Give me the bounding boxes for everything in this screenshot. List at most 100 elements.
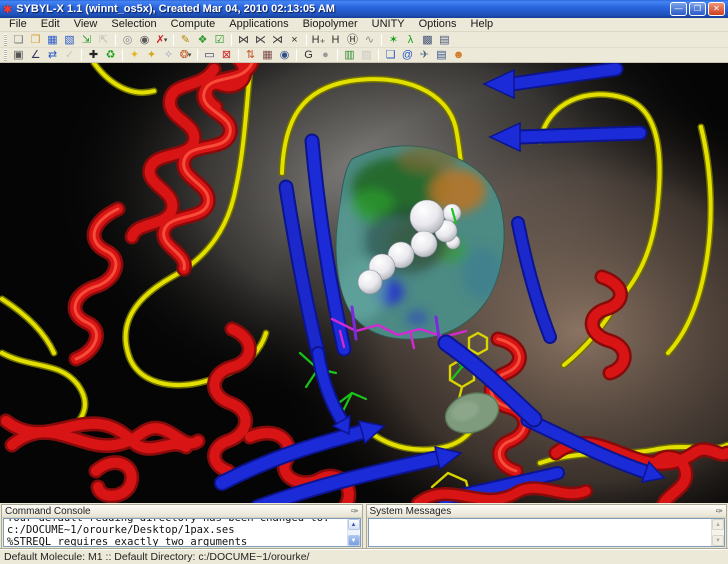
bottom-panels: Command Console ✑ Your default reading d… bbox=[0, 503, 728, 549]
console-output[interactable]: Your default reading directory has been … bbox=[4, 519, 347, 546]
molecular-spreadsheet-icon: ▤ bbox=[439, 34, 449, 46]
display-panels-button[interactable]: ▥ bbox=[341, 48, 358, 62]
pin-icon[interactable]: ✑ bbox=[351, 506, 359, 517]
window-stack-button[interactable]: ❏ bbox=[382, 48, 399, 62]
toggle-hydrogens-button[interactable]: Ⓗ bbox=[344, 33, 361, 47]
dropdown-caret-icon: ▾ bbox=[164, 36, 168, 44]
pick-atom-button[interactable]: λ bbox=[402, 33, 419, 47]
open-file-button[interactable]: ❒ bbox=[27, 33, 44, 47]
pin-icon[interactable]: ✑ bbox=[715, 506, 723, 517]
menu-unity[interactable]: UNITY bbox=[365, 18, 412, 31]
scroll-up-icon[interactable]: ▲ bbox=[712, 519, 724, 530]
save-as-icon: ▧ bbox=[64, 34, 74, 46]
benchware-button[interactable]: ☻ bbox=[450, 48, 467, 62]
scroll-down-icon[interactable]: ▼ bbox=[712, 535, 724, 546]
toolbar-separator bbox=[115, 34, 116, 46]
window-stack-icon: ❏ bbox=[386, 49, 396, 61]
wand-tool-button[interactable]: ∿ bbox=[361, 33, 378, 47]
system-messages-scrollbar[interactable]: ▲ ▼ bbox=[711, 519, 724, 546]
toggle-hydrogens-icon: Ⓗ bbox=[347, 34, 358, 46]
molecule-window-button[interactable]: ❖ bbox=[194, 33, 211, 47]
system-messages-output[interactable] bbox=[369, 519, 712, 546]
delete-menu-button[interactable]: ✗▾ bbox=[153, 33, 170, 47]
menu-help[interactable]: Help bbox=[464, 18, 501, 31]
toolbar-separator bbox=[306, 34, 307, 46]
mouse-g-mode-button[interactable]: G bbox=[300, 48, 317, 62]
menu-selection[interactable]: Selection bbox=[104, 18, 163, 31]
menu-compute[interactable]: Compute bbox=[164, 18, 223, 31]
remove-label-button[interactable]: ⊠ bbox=[218, 48, 235, 62]
benchware-icon: ☻ bbox=[453, 49, 465, 61]
new-file-button[interactable]: ❏ bbox=[10, 33, 27, 47]
menu-applications[interactable]: Applications bbox=[222, 18, 295, 31]
scroll-down-icon[interactable]: ▼ bbox=[348, 535, 360, 546]
toolbar-grip[interactable] bbox=[4, 49, 7, 61]
bond-fuse-button[interactable]: ⋉ bbox=[252, 33, 269, 47]
close-button[interactable]: ✕ bbox=[708, 2, 725, 16]
menu-biopolymer[interactable]: Biopolymer bbox=[296, 18, 365, 31]
menu-file[interactable]: File bbox=[2, 18, 34, 31]
display-capture-button[interactable]: ▦ bbox=[259, 48, 276, 62]
window-title: SYBYL-X 1.1 (winnt_os5x), Created Mar 04… bbox=[16, 3, 670, 15]
bond-split-button[interactable]: ⋊ bbox=[269, 33, 286, 47]
add-hydrogens-icon: H₊ bbox=[312, 34, 326, 46]
bond-invert-button[interactable]: ⋈ bbox=[235, 33, 252, 47]
network-display-button[interactable]: @ bbox=[399, 48, 416, 62]
minimize-button[interactable]: — bbox=[670, 2, 687, 16]
pick-atom-icon: λ bbox=[408, 34, 414, 46]
add-hydrogens-button[interactable]: H₊ bbox=[310, 33, 327, 47]
refresh-display-button[interactable]: ⇄ bbox=[44, 48, 61, 62]
bond-delete-button[interactable]: × bbox=[286, 33, 303, 47]
display-options-icon: ▣ bbox=[13, 49, 23, 61]
menu-options[interactable]: Options bbox=[412, 18, 464, 31]
remove-label-icon: ⊠ bbox=[222, 49, 231, 61]
console-scrollbar[interactable]: ▲ ▼ bbox=[347, 519, 360, 546]
display-sphere-icon: ◉ bbox=[280, 49, 290, 61]
console-line: c:/DOCUME~1/orourke/Desktop/1pax.ses bbox=[7, 524, 347, 536]
light-dim-button[interactable]: ✧ bbox=[160, 48, 177, 62]
display-options-button[interactable]: ▣ bbox=[10, 48, 27, 62]
table-check-button[interactable]: ☑ bbox=[211, 33, 228, 47]
save-button[interactable]: ▦ bbox=[44, 33, 61, 47]
console-line: %STREQL requires exactly two arguments bbox=[7, 536, 347, 546]
system-messages-header[interactable]: System Messages ✑ bbox=[367, 505, 727, 518]
measure-geometry-button[interactable]: ∠ bbox=[27, 48, 44, 62]
selection-table-button[interactable]: ▩ bbox=[419, 33, 436, 47]
dual-screen-button[interactable]: ▤ bbox=[433, 48, 450, 62]
snapshot-camera-icon: ◉ bbox=[140, 34, 150, 46]
scroll-up-icon[interactable]: ▲ bbox=[348, 519, 360, 530]
import-button[interactable]: ⇲ bbox=[78, 33, 95, 47]
sketch-molecule-button[interactable]: ✎ bbox=[177, 33, 194, 47]
menu-edit[interactable]: Edit bbox=[34, 18, 67, 31]
toolbar-separator bbox=[122, 49, 123, 61]
ring-tool-button[interactable]: ◎ bbox=[119, 33, 136, 47]
command-console-header[interactable]: Command Console ✑ bbox=[2, 505, 362, 518]
light-on-button[interactable]: ✦ bbox=[143, 48, 160, 62]
molecular-spreadsheet-button[interactable]: ▤ bbox=[436, 33, 453, 47]
toolbar-row-2: ▣∠⇄✓✚♻✦✦✧❂▾▭⊠⇅▦◉G●▥▨❏@✈▤☻ bbox=[0, 48, 728, 63]
show-hydrogens-button[interactable]: H bbox=[327, 33, 344, 47]
toolbar-grip[interactable] bbox=[4, 34, 7, 46]
mouse-settings-button[interactable]: ● bbox=[317, 48, 334, 62]
display-sphere-button[interactable]: ◉ bbox=[276, 48, 293, 62]
send-view-icon: ✈ bbox=[420, 49, 429, 61]
swap-display-button[interactable]: ⇅ bbox=[242, 48, 259, 62]
save-as-button[interactable]: ▧ bbox=[61, 33, 78, 47]
snapshot-camera-button[interactable]: ◉ bbox=[136, 33, 153, 47]
color-palette-button[interactable]: ❂▾ bbox=[177, 48, 194, 62]
send-view-button[interactable]: ✈ bbox=[416, 48, 433, 62]
reset-view-button[interactable]: ♻ bbox=[102, 48, 119, 62]
swap-display-icon: ⇅ bbox=[246, 49, 255, 61]
benzene-ring-button[interactable]: ✶ bbox=[385, 33, 402, 47]
export-button: ⇱ bbox=[95, 33, 112, 47]
table-check-icon: ☑ bbox=[215, 34, 225, 46]
system-messages-panel: System Messages ✑ ▲ ▼ bbox=[366, 504, 728, 549]
add-label-button[interactable]: ▭ bbox=[201, 48, 218, 62]
add-light-button[interactable]: ✦ bbox=[126, 48, 143, 62]
display-panels-icon: ▥ bbox=[344, 49, 354, 61]
move-center-button[interactable]: ✚ bbox=[85, 48, 102, 62]
title-bar[interactable]: ✱ SYBYL-X 1.1 (winnt_os5x), Created Mar … bbox=[0, 0, 728, 18]
3d-viewport[interactable] bbox=[0, 63, 728, 503]
menu-view[interactable]: View bbox=[67, 18, 105, 31]
restore-button[interactable]: ❐ bbox=[689, 2, 706, 16]
